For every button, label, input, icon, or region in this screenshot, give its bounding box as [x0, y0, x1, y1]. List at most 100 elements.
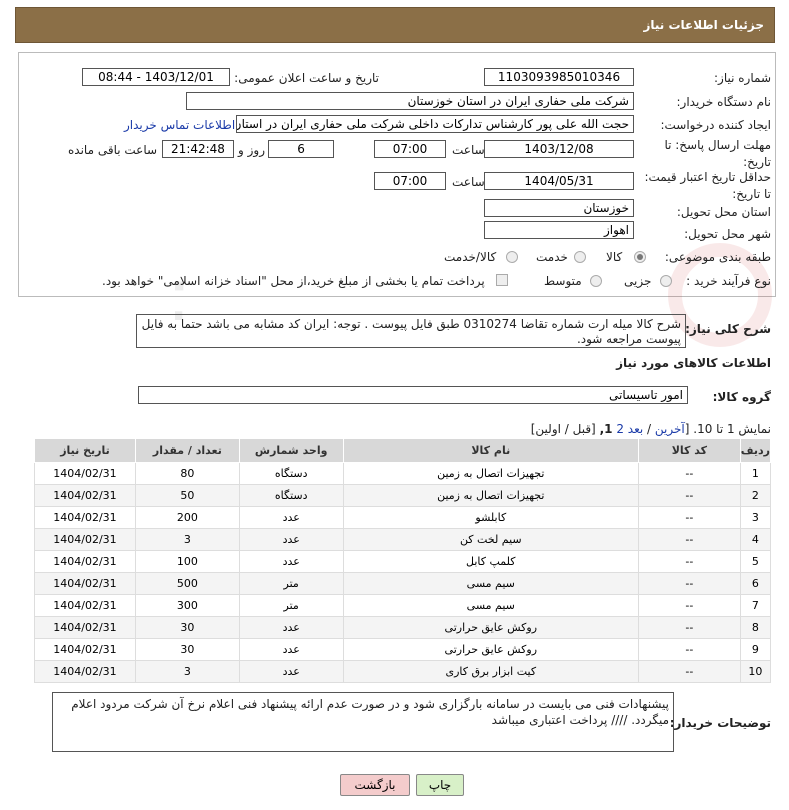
- need-number-field: 1103093985010346: [484, 68, 634, 86]
- cell-goods-code: --: [637, 550, 741, 573]
- need-number-label: شماره نیاز:: [714, 71, 771, 85]
- process-radio-minor[interactable]: [660, 273, 672, 287]
- creator-label: ایجاد کننده درخواست:: [660, 118, 771, 132]
- table-row: 7 -- سیم مسی متر 300 1404/02/31: [34, 594, 772, 617]
- pagination-sep: /: [643, 422, 655, 436]
- description-textarea[interactable]: شرح کالا میله ارت شماره تقاضا 0310274 طب…: [136, 314, 686, 348]
- cell-unit: عدد: [238, 506, 344, 529]
- pagination-suffix: [قبل / اولین]: [530, 422, 600, 436]
- cell-row-number: 6: [739, 572, 772, 595]
- category-label: طبقه بندی موضوعی:: [664, 250, 771, 264]
- cell-unit: عدد: [238, 550, 344, 573]
- page-title: جزئیات اطلاعات نیاز: [643, 18, 764, 32]
- table-row: 8 -- روکش عایق حرارتی عدد 30 1404/02/31: [34, 616, 772, 639]
- goods-group-label: گروه کالا:: [712, 390, 771, 404]
- category-radio-both[interactable]: [506, 249, 518, 263]
- process-medium-label: متوسط: [544, 274, 582, 288]
- cell-row-number: 5: [739, 550, 772, 573]
- cell-need-date: 1404/02/31: [34, 528, 136, 551]
- deadline-time-field: 07:00: [374, 140, 446, 158]
- buyer-label: نام دستگاه خریدار:: [676, 95, 772, 109]
- cell-goods-code: --: [637, 484, 741, 507]
- buyer-notes-textarea[interactable]: پیشنهادات فنی می بایست در سامانه بارگزار…: [52, 692, 674, 752]
- cell-unit: متر: [238, 572, 344, 595]
- cell-row-number: 10: [739, 660, 772, 683]
- table-row: 4 -- سیم لخت کن عدد 3 1404/02/31: [34, 528, 772, 551]
- pagination-last-link[interactable]: آخرین: [655, 422, 685, 436]
- process-label: نوع فرآیند خرید :: [686, 274, 771, 288]
- validity-time-field: 07:00: [374, 172, 446, 190]
- cell-need-date: 1404/02/31: [34, 484, 136, 507]
- cell-need-date: 1404/02/31: [34, 572, 136, 595]
- table-row: 10 -- کیت ابزار برق کاری عدد 3 1404/02/31: [34, 660, 772, 683]
- cell-goods-name: سیم مسی: [342, 572, 639, 595]
- announce-label: تاریخ و ساعت اعلان عمومی:: [234, 71, 379, 85]
- goods-table-body: 1 -- تجهیزات اتصال به زمین دستگاه 80 1404/02/…: [34, 462, 772, 683]
- category-radio-goods[interactable]: [634, 249, 646, 263]
- cell-quantity: 300: [134, 594, 240, 617]
- validity-time-label: ساعت: [452, 175, 485, 189]
- table-row: 5 -- کلمپ کابل عدد 100 1404/02/31: [34, 550, 772, 573]
- cell-goods-code: --: [637, 528, 741, 551]
- pagination-prefix: نمایش 1 تا 10. [: [684, 422, 771, 436]
- pagination-page2-link[interactable]: 2: [616, 422, 624, 436]
- remaining-label: ساعت باقی مانده: [68, 143, 158, 157]
- table-row: 2 -- تجهیزات اتصال به زمین دستگاه 50 1404/02/…: [34, 484, 772, 507]
- col-name: نام کالا: [342, 438, 639, 463]
- cell-row-number: 2: [739, 484, 772, 507]
- cell-goods-name: روکش عایق حرارتی: [342, 616, 639, 639]
- pagination-next-link[interactable]: بعد: [628, 422, 643, 436]
- cell-row-number: 8: [739, 616, 772, 639]
- cell-goods-name: سیم لخت کن: [342, 528, 639, 551]
- province-label: استان محل تحویل:: [676, 205, 771, 219]
- cell-row-number: 9: [739, 638, 772, 661]
- cell-goods-code: --: [637, 462, 741, 485]
- deadline-date-field: 1403/12/08: [484, 140, 634, 158]
- city-label: شهر محل تحویل:: [684, 227, 771, 241]
- col-date: تاریخ نیاز: [34, 438, 136, 463]
- col-unit: واحد شمارش: [238, 438, 344, 463]
- days-label: روز و: [238, 143, 265, 157]
- validity-label: حداقل تاریخ اعتبار قیمت: تا تاریخ:: [644, 170, 771, 201]
- buyer-field: شرکت ملی حفاری ایران در استان خوزستان: [186, 92, 634, 110]
- goods-section-title: اطلاعات کالاهای مورد نیاز: [616, 356, 771, 370]
- cell-need-date: 1404/02/31: [34, 594, 136, 617]
- cell-unit: عدد: [238, 660, 344, 683]
- cell-row-number: 1: [739, 462, 772, 485]
- creator-field: حجت الله علی پور کارشناس تدارکات داخلی ش…: [236, 115, 634, 133]
- cell-need-date: 1404/02/31: [34, 660, 136, 683]
- cell-quantity: 80: [134, 462, 240, 485]
- process-minor-label: جزیی: [624, 274, 652, 288]
- table-row: 3 -- کابلشو عدد 200 1404/02/31: [34, 506, 772, 529]
- pagination-current-page: 1: [604, 422, 613, 436]
- validity-date-field: 1404/05/31: [484, 172, 634, 190]
- cell-goods-code: --: [637, 638, 741, 661]
- col-row: ردیف: [739, 438, 772, 463]
- province-field: خوزستان: [484, 199, 634, 217]
- cell-goods-name: روکش عایق حرارتی: [342, 638, 639, 661]
- description-label: شرح کلی نیاز:: [685, 322, 771, 336]
- back-button[interactable]: بازگشت: [340, 774, 410, 796]
- city-field: اهواز: [484, 221, 634, 239]
- print-button[interactable]: چاپ: [416, 774, 464, 796]
- payment-checkbox[interactable]: [496, 272, 508, 286]
- goods-table-header: ردیف کد کالا نام کالا واحد شمارش تعداد /…: [34, 438, 772, 463]
- buyer-notes-label: توضیحات خریدار:: [669, 716, 771, 730]
- cell-goods-code: --: [637, 506, 741, 529]
- col-qty: تعداد / مقدار: [134, 438, 240, 463]
- category-service-label: خدمت: [536, 250, 568, 264]
- cell-unit: عدد: [238, 638, 344, 661]
- cell-unit: دستگاه: [238, 484, 344, 507]
- deadline-time-label: ساعت: [452, 143, 485, 157]
- cell-row-number: 3: [739, 506, 772, 529]
- cell-goods-name: سیم مسی: [342, 594, 639, 617]
- process-radio-medium[interactable]: [590, 273, 602, 287]
- cell-goods-name: تجهیزات اتصال به زمین: [342, 462, 639, 485]
- cell-goods-code: --: [637, 594, 741, 617]
- cell-need-date: 1404/02/31: [34, 462, 136, 485]
- category-radio-service[interactable]: [574, 249, 586, 263]
- cell-unit: عدد: [238, 616, 344, 639]
- buyer-contact-link[interactable]: اطلاعات تماس خریدار: [124, 118, 235, 132]
- goods-table: ردیف کد کالا نام کالا واحد شمارش تعداد /…: [34, 438, 772, 683]
- col-code: کد کالا: [637, 438, 741, 463]
